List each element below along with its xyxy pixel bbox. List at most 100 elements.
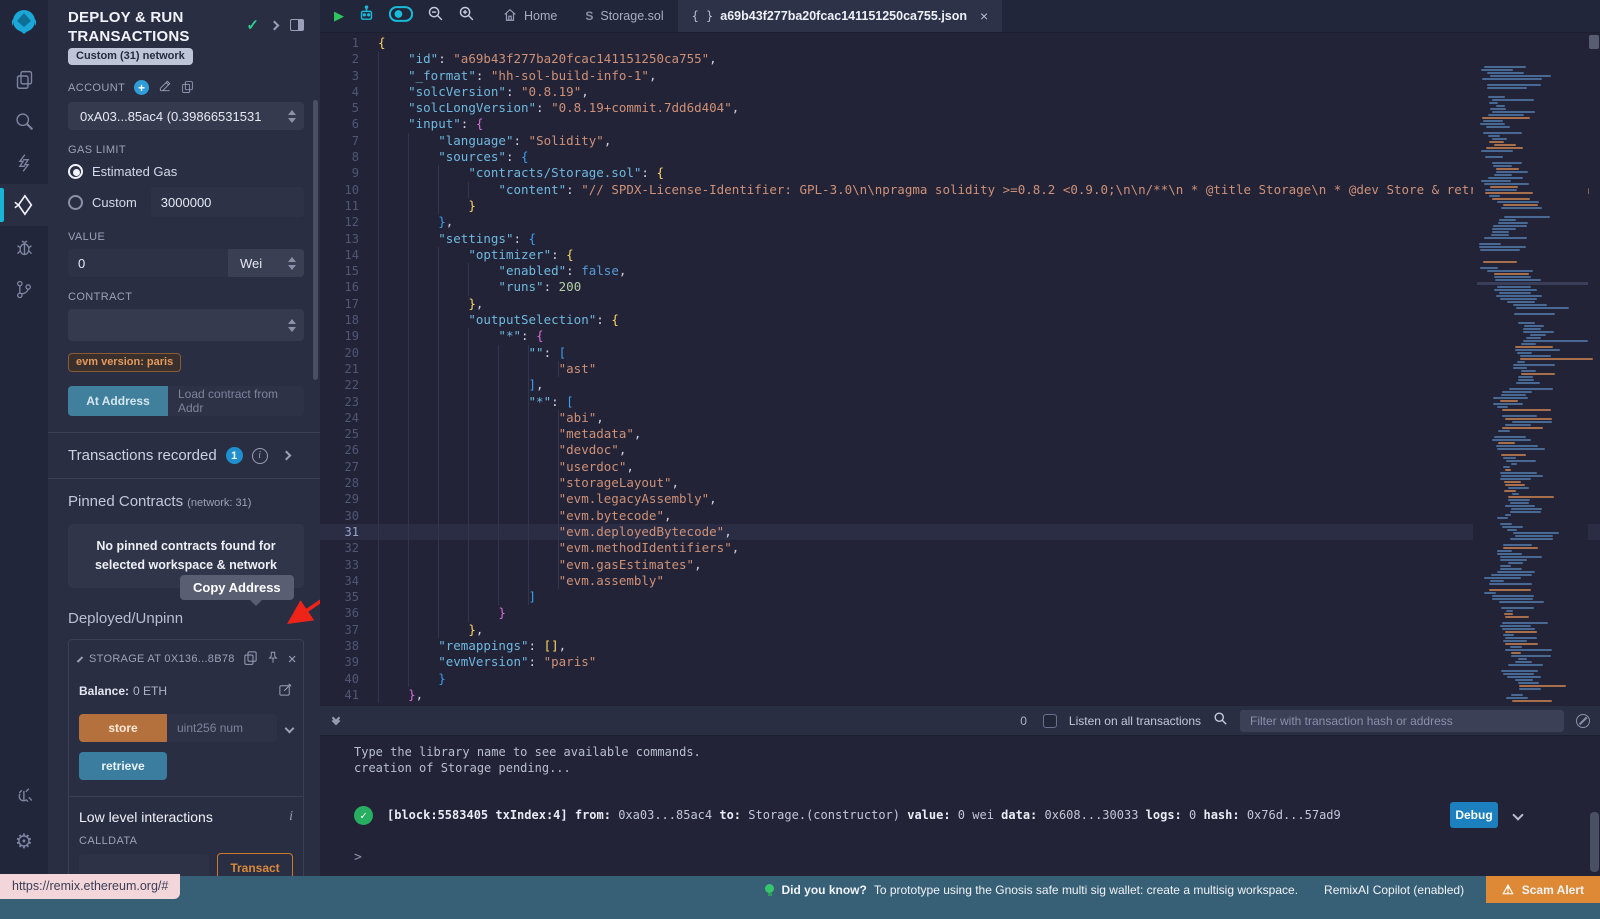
listen-all-checkbox[interactable] bbox=[1043, 714, 1057, 728]
custom-gas-input[interactable]: 3000000 bbox=[151, 187, 304, 217]
code-line: 6 "input": { bbox=[320, 116, 1600, 132]
minimap[interactable] bbox=[1473, 66, 1588, 705]
code-line: 14 "optimizer": { bbox=[320, 247, 1600, 263]
close-tab-icon[interactable]: × bbox=[980, 8, 988, 24]
solidity-compiler-icon[interactable] bbox=[0, 142, 48, 184]
code-line: 34 "evm.assembly" bbox=[320, 573, 1600, 589]
copilot-status[interactable]: RemixAI Copilot (enabled) bbox=[1324, 883, 1464, 897]
editor: ▶ Home S Storage.sol { } a69b43f277ba20f… bbox=[320, 0, 1600, 706]
chevron-right-icon[interactable] bbox=[270, 20, 280, 30]
code-line: 35 ] bbox=[320, 589, 1600, 605]
contract-select[interactable] bbox=[68, 309, 304, 341]
pinned-network-label: (network: 31) bbox=[187, 497, 251, 509]
debug-button[interactable]: Debug bbox=[1450, 802, 1498, 828]
edit-balance-icon[interactable] bbox=[278, 682, 293, 700]
settings-gear-icon[interactable]: ⚙ bbox=[0, 820, 48, 862]
remove-contract-icon[interactable]: × bbox=[288, 651, 297, 668]
account-select[interactable]: 0xA03...85ac4 (0.39866531531 bbox=[68, 102, 304, 130]
edit-account-icon[interactable] bbox=[158, 79, 172, 96]
copy-address-tooltip: Copy Address bbox=[180, 575, 294, 600]
terminal-scrollbar[interactable] bbox=[1590, 812, 1599, 872]
expand-store-icon[interactable] bbox=[285, 723, 295, 733]
transactions-recorded-row[interactable]: Transactions recorded 1 i bbox=[68, 433, 304, 478]
custom-gas-label: Custom bbox=[92, 195, 137, 210]
collapse-terminal-icon[interactable] bbox=[333, 718, 339, 724]
remix-logo[interactable] bbox=[9, 7, 39, 42]
zoom-out-icon[interactable] bbox=[427, 5, 444, 27]
code-line: 11 } bbox=[320, 198, 1600, 214]
file-explorer-icon[interactable] bbox=[0, 58, 48, 100]
deploy-run-panel: DEPLOY & RUN TRANSACTIONS ✓ Custom (31) … bbox=[48, 0, 320, 876]
expand-tx-icon[interactable] bbox=[1512, 809, 1523, 820]
filter-input[interactable]: Filter with transaction hash or address bbox=[1240, 710, 1564, 732]
plugin-manager-icon[interactable] bbox=[0, 774, 48, 816]
lightbulb-icon bbox=[765, 884, 774, 896]
code-line: 37 }, bbox=[320, 622, 1600, 638]
copy-address-icon[interactable] bbox=[243, 650, 258, 668]
panel-title: DEPLOY & RUN TRANSACTIONS bbox=[68, 8, 228, 46]
code-line: 8 "sources": { bbox=[320, 149, 1600, 165]
copy-account-icon[interactable] bbox=[181, 80, 194, 96]
run-script-icon[interactable]: ▶ bbox=[334, 8, 344, 24]
terminal-line: creation of Storage pending... bbox=[354, 760, 1600, 776]
low-level-info-icon[interactable]: i bbox=[289, 809, 293, 825]
transaction-log-row[interactable]: ✓ [block:5583405 txIndex:4] from: 0xa03.… bbox=[354, 802, 1600, 828]
git-icon[interactable] bbox=[0, 268, 48, 310]
load-contract-input[interactable]: Load contract from Addr bbox=[168, 386, 304, 416]
panel-scrollbar[interactable] bbox=[313, 100, 318, 380]
pin-contract-icon[interactable] bbox=[266, 650, 280, 668]
code-line: 16 "runs": 200 bbox=[320, 279, 1600, 295]
did-you-know-label: Did you know? bbox=[781, 883, 866, 897]
expand-transactions-icon[interactable] bbox=[281, 451, 291, 461]
scam-alert-button[interactable]: ⚠ Scam Alert bbox=[1486, 876, 1600, 903]
evm-version-badge: evm version: paris bbox=[68, 353, 181, 372]
custom-gas-radio[interactable] bbox=[68, 195, 83, 210]
at-address-button[interactable]: At Address bbox=[68, 386, 168, 416]
store-button[interactable]: store bbox=[79, 714, 167, 742]
store-arg-input[interactable]: uint256 num bbox=[167, 714, 277, 742]
transact-button[interactable]: Transact bbox=[217, 853, 293, 876]
code-area[interactable]: 1{2 "id": "a69b43f277ba20fcac141151250ca… bbox=[320, 33, 1600, 705]
terminal-prompt[interactable]: > bbox=[354, 850, 1600, 865]
low-level-title: Low level interactions bbox=[79, 809, 213, 825]
contract-instance-label: STORAGE AT 0X136...8B78 bbox=[89, 653, 235, 665]
calldata-input[interactable] bbox=[79, 854, 209, 876]
retrieve-button[interactable]: retrieve bbox=[79, 752, 167, 780]
tab-home[interactable]: Home bbox=[489, 0, 571, 32]
add-account-icon[interactable]: + bbox=[134, 80, 149, 95]
value-unit-select[interactable]: Wei bbox=[228, 249, 304, 277]
deployed-unpinned-title: Deployed/Unpinn bbox=[68, 610, 304, 627]
copilot-toggle-icon[interactable] bbox=[389, 6, 413, 27]
code-line: 40 } bbox=[320, 671, 1600, 687]
code-line: 38 "remappings": [], bbox=[320, 638, 1600, 654]
editor-toolbar: ▶ Home S Storage.sol { } a69b43f277ba20f… bbox=[320, 0, 1600, 33]
estimated-gas-radio[interactable] bbox=[68, 164, 83, 179]
status-bar: Did you know? To prototype using the Gno… bbox=[0, 876, 1600, 919]
terminal-search-icon bbox=[1213, 711, 1228, 731]
code-line: 30 "evm.bytecode", bbox=[320, 508, 1600, 524]
tab-build-info-json[interactable]: { } a69b43f277ba20fcac141151250ca755.jso… bbox=[678, 0, 1003, 32]
deploy-run-icon[interactable] bbox=[0, 184, 48, 226]
zoom-in-icon[interactable] bbox=[458, 5, 475, 27]
tab-storage-sol[interactable]: S Storage.sol bbox=[571, 0, 677, 32]
transactions-recorded-label: Transactions recorded bbox=[68, 447, 217, 464]
code-line: 32 "evm.methodIdentifiers", bbox=[320, 540, 1600, 556]
debugger-icon[interactable] bbox=[0, 226, 48, 268]
editor-scrollbar[interactable] bbox=[1588, 33, 1600, 706]
pin-panel-icon[interactable] bbox=[290, 19, 304, 31]
code-line: 12 }, bbox=[320, 214, 1600, 230]
code-line: 15 "enabled": false, bbox=[320, 263, 1600, 279]
search-icon[interactable] bbox=[0, 100, 48, 142]
terminal-body: Type the library name to see available c… bbox=[320, 736, 1600, 865]
clear-terminal-icon[interactable] bbox=[1576, 714, 1590, 728]
code-line: 17 }, bbox=[320, 296, 1600, 312]
listen-all-label: Listen on all transactions bbox=[1069, 714, 1201, 728]
value-input[interactable]: 0 bbox=[68, 249, 228, 277]
tx-success-icon: ✓ bbox=[354, 806, 373, 825]
network-badge: Custom (31) network bbox=[68, 48, 193, 65]
collapse-contract-icon[interactable] bbox=[77, 656, 83, 662]
info-icon[interactable]: i bbox=[252, 448, 268, 464]
code-line: 20 "": [ bbox=[320, 345, 1600, 361]
ai-robot-icon[interactable] bbox=[358, 5, 375, 27]
pinned-contracts-title: Pinned Contracts (network: 31) bbox=[68, 479, 304, 510]
